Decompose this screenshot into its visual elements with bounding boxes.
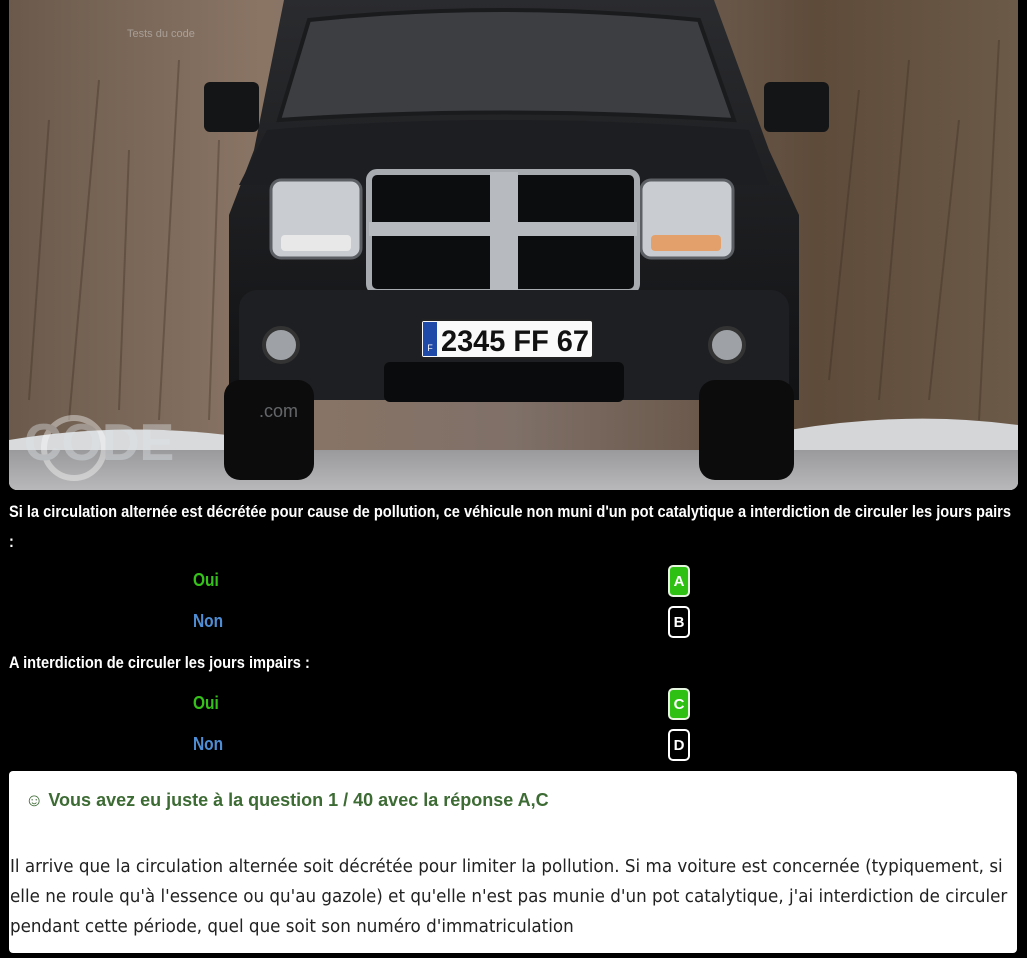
answer-row-b[interactable]: Non B [0, 606, 1027, 640]
answer-button-c[interactable]: C [668, 688, 690, 720]
answer-row-d[interactable]: Non D [0, 729, 1027, 763]
result-headline-row: ☺ Vous avez eu juste à la question 1 / 4… [25, 790, 549, 811]
license-plate: 2345 FF 67 [441, 325, 589, 358]
question-2-text: A interdiction de circuler les jours imp… [9, 653, 310, 672]
result-panel: ☺ Vous avez eu juste à la question 1 / 4… [9, 771, 1017, 953]
quiz-page: F 2345 FF 67 CODE .com Tests du code Si … [0, 0, 1027, 958]
answer-row-c[interactable]: Oui C [0, 688, 1027, 722]
question-1-text: Si la circulation alternée est décrétée … [9, 502, 1011, 551]
answer-button-a[interactable]: A [668, 565, 690, 597]
answer-label-oui: Oui [193, 693, 219, 713]
watermark-text: CODE [24, 414, 174, 472]
smiley-icon: ☺ [25, 790, 44, 810]
question-photo: F 2345 FF 67 CODE .com Tests du code [9, 0, 1018, 490]
answer-label-non: Non [193, 611, 224, 631]
answer-row-a[interactable]: Oui A [0, 565, 1027, 599]
plate-country: F [427, 343, 433, 353]
answer-label-oui: Oui [193, 570, 219, 590]
result-explanation: Il arrive que la circulation alternée so… [10, 856, 1008, 937]
watermark-domain: .com [259, 401, 298, 421]
watermark-tagline: Tests du code [127, 28, 195, 40]
answer-label-non: Non [193, 734, 224, 754]
result-headline: Vous avez eu juste à la question 1 / 40 … [48, 790, 549, 810]
answer-button-d[interactable]: D [668, 729, 690, 761]
answer-button-b[interactable]: B [668, 606, 690, 638]
